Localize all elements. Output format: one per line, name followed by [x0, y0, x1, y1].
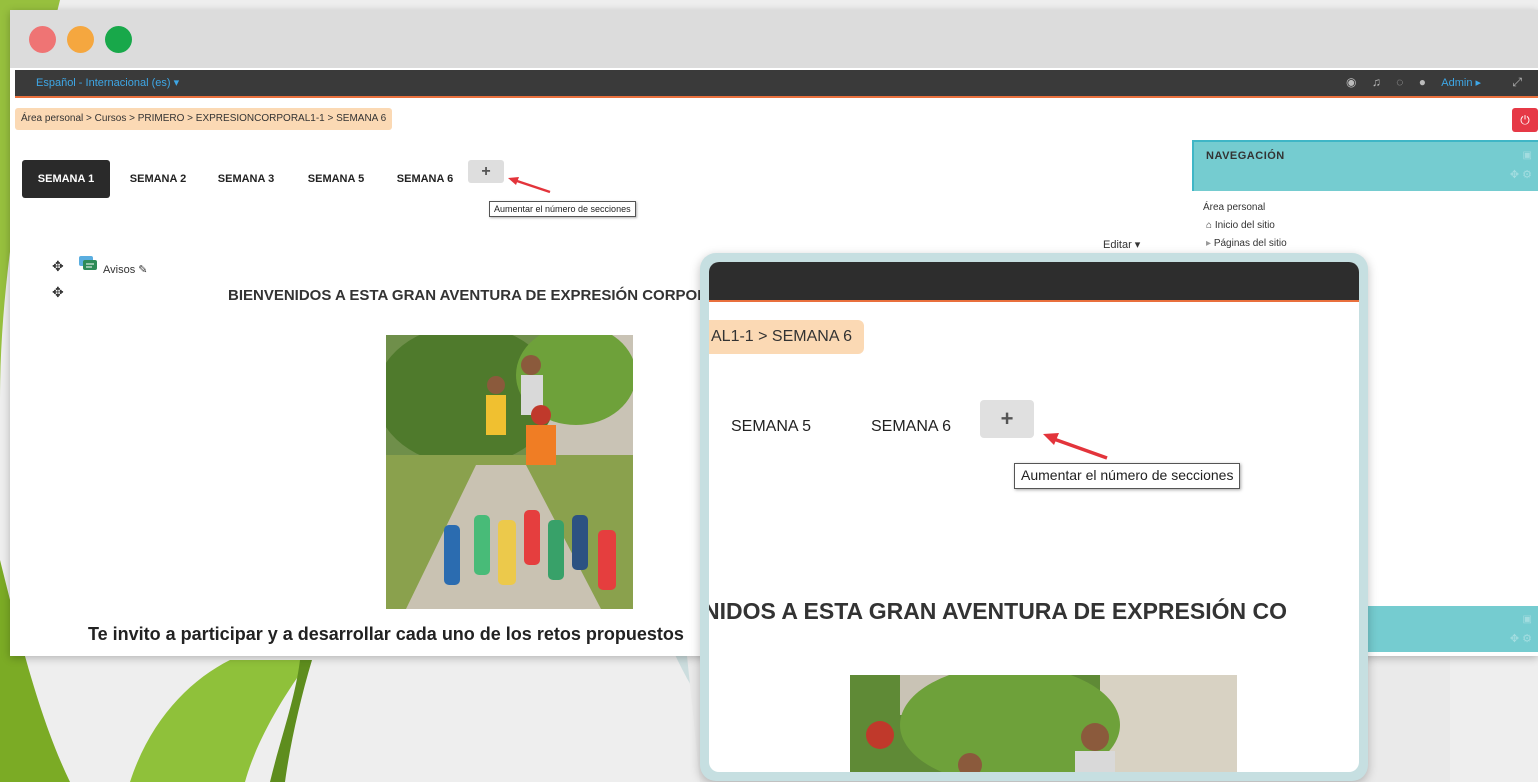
- zoom-content: AL1-1 > SEMANA 6 SEMANA 5 SEMANA 6 + Aum…: [709, 262, 1359, 772]
- bell-icon[interactable]: ♫: [1372, 75, 1381, 89]
- nav-item-inicio[interactable]: ⌂ Inicio del sitio: [1206, 220, 1275, 231]
- power-icon[interactable]: ⏻: [1512, 108, 1538, 132]
- zoom-navbar: [709, 262, 1359, 302]
- add-section-button[interactable]: +: [468, 160, 504, 183]
- navigation-block-title: NAVEGACIÓN: [1206, 150, 1285, 162]
- collapse-icon[interactable]: ▣: [1523, 150, 1532, 161]
- second-block: ▣ ✥ ⚙: [1368, 606, 1538, 652]
- zoom-breadcrumb[interactable]: AL1-1 > SEMANA 6: [709, 320, 864, 354]
- pointer-arrow: [508, 177, 551, 194]
- language-menu[interactable]: Español - Internacional (es) ▾: [36, 76, 179, 89]
- zoom-kids-photo: [850, 675, 1237, 772]
- block-move-gear-icon[interactable]: ✥ ⚙: [1510, 168, 1532, 181]
- invite-text: Te invito a participar y a desarrollar c…: [88, 624, 684, 644]
- add-section-tooltip: Aumentar el número de secciones: [489, 201, 636, 217]
- tab-semana-3[interactable]: SEMANA 3: [211, 160, 281, 198]
- tab-semana-2[interactable]: SEMANA 2: [123, 160, 193, 198]
- nav-item-label[interactable]: Inicio del sitio: [1215, 220, 1275, 231]
- forum-link-label[interactable]: Avisos: [103, 264, 135, 276]
- collapse-icon[interactable]: ▣: [1523, 614, 1532, 625]
- edit-dropdown[interactable]: Editar ▾: [1103, 238, 1140, 251]
- nav-item-paginas[interactable]: ▸ Páginas del sitio: [1206, 238, 1287, 249]
- nav-item-area-personal[interactable]: Área personal: [1203, 202, 1265, 213]
- kids-bowling-photo: [386, 335, 633, 609]
- nav-item-label[interactable]: Páginas del sitio: [1214, 238, 1287, 249]
- zoom-welcome-heading: NIDOS A ESTA GRAN AVENTURA DE EXPRESIÓN …: [709, 598, 1287, 624]
- caret-right-icon: ▸: [1206, 238, 1214, 249]
- chat-icon[interactable]: ◌: [1396, 75, 1403, 89]
- block-move-gear-icon[interactable]: ✥ ⚙: [1510, 632, 1532, 645]
- breadcrumb[interactable]: Área personal > Cursos > PRIMERO > EXPRE…: [15, 108, 393, 130]
- user-avatar-icon[interactable]: ●: [1419, 75, 1426, 89]
- compass-icon[interactable]: ◉: [1346, 75, 1356, 89]
- navigation-block: NAVEGACIÓN ▣ ✥ ⚙: [1192, 140, 1538, 191]
- pencil-icon[interactable]: ✎: [138, 264, 147, 276]
- forum-icon: [79, 256, 97, 270]
- tab-semana-6[interactable]: SEMANA 6: [390, 160, 460, 198]
- zoom-pointer-arrow: [1043, 433, 1108, 460]
- top-navbar: Español - Internacional (es) ▾ ◉ ♫ ◌ ● A…: [15, 70, 1538, 98]
- zoom-tab-semana-5[interactable]: SEMANA 5: [731, 418, 811, 436]
- move-icon[interactable]: ✥: [52, 284, 64, 301]
- zoom-add-section-button[interactable]: +: [980, 400, 1034, 438]
- close-window-button[interactable]: [29, 26, 56, 53]
- user-menu[interactable]: Admin ▸: [1441, 76, 1481, 89]
- minimize-window-button[interactable]: [67, 26, 94, 53]
- zoom-tab-semana-6[interactable]: SEMANA 6: [871, 418, 951, 436]
- maximize-window-button[interactable]: [105, 26, 132, 53]
- zoom-add-section-tooltip: Aumentar el número de secciones: [1014, 463, 1241, 489]
- navbar-icons: ◉ ♫ ◌ ● Admin ▸ ⤢: [1334, 75, 1522, 90]
- forum-link[interactable]: Avisos ✎: [103, 263, 147, 276]
- move-icon[interactable]: ✥: [52, 258, 64, 275]
- welcome-heading: BIENVENIDOS A ESTA GRAN AVENTURA DE EXPR…: [228, 287, 729, 304]
- tab-semana-5[interactable]: SEMANA 5: [301, 160, 371, 198]
- window-titlebar: [10, 10, 1538, 68]
- home-icon: ⌂: [1206, 220, 1215, 231]
- fullscreen-icon[interactable]: ⤢: [1512, 75, 1522, 90]
- tab-semana-1[interactable]: SEMANA 1: [22, 160, 110, 198]
- zoom-callout: AL1-1 > SEMANA 6 SEMANA 5 SEMANA 6 + Aum…: [700, 253, 1368, 781]
